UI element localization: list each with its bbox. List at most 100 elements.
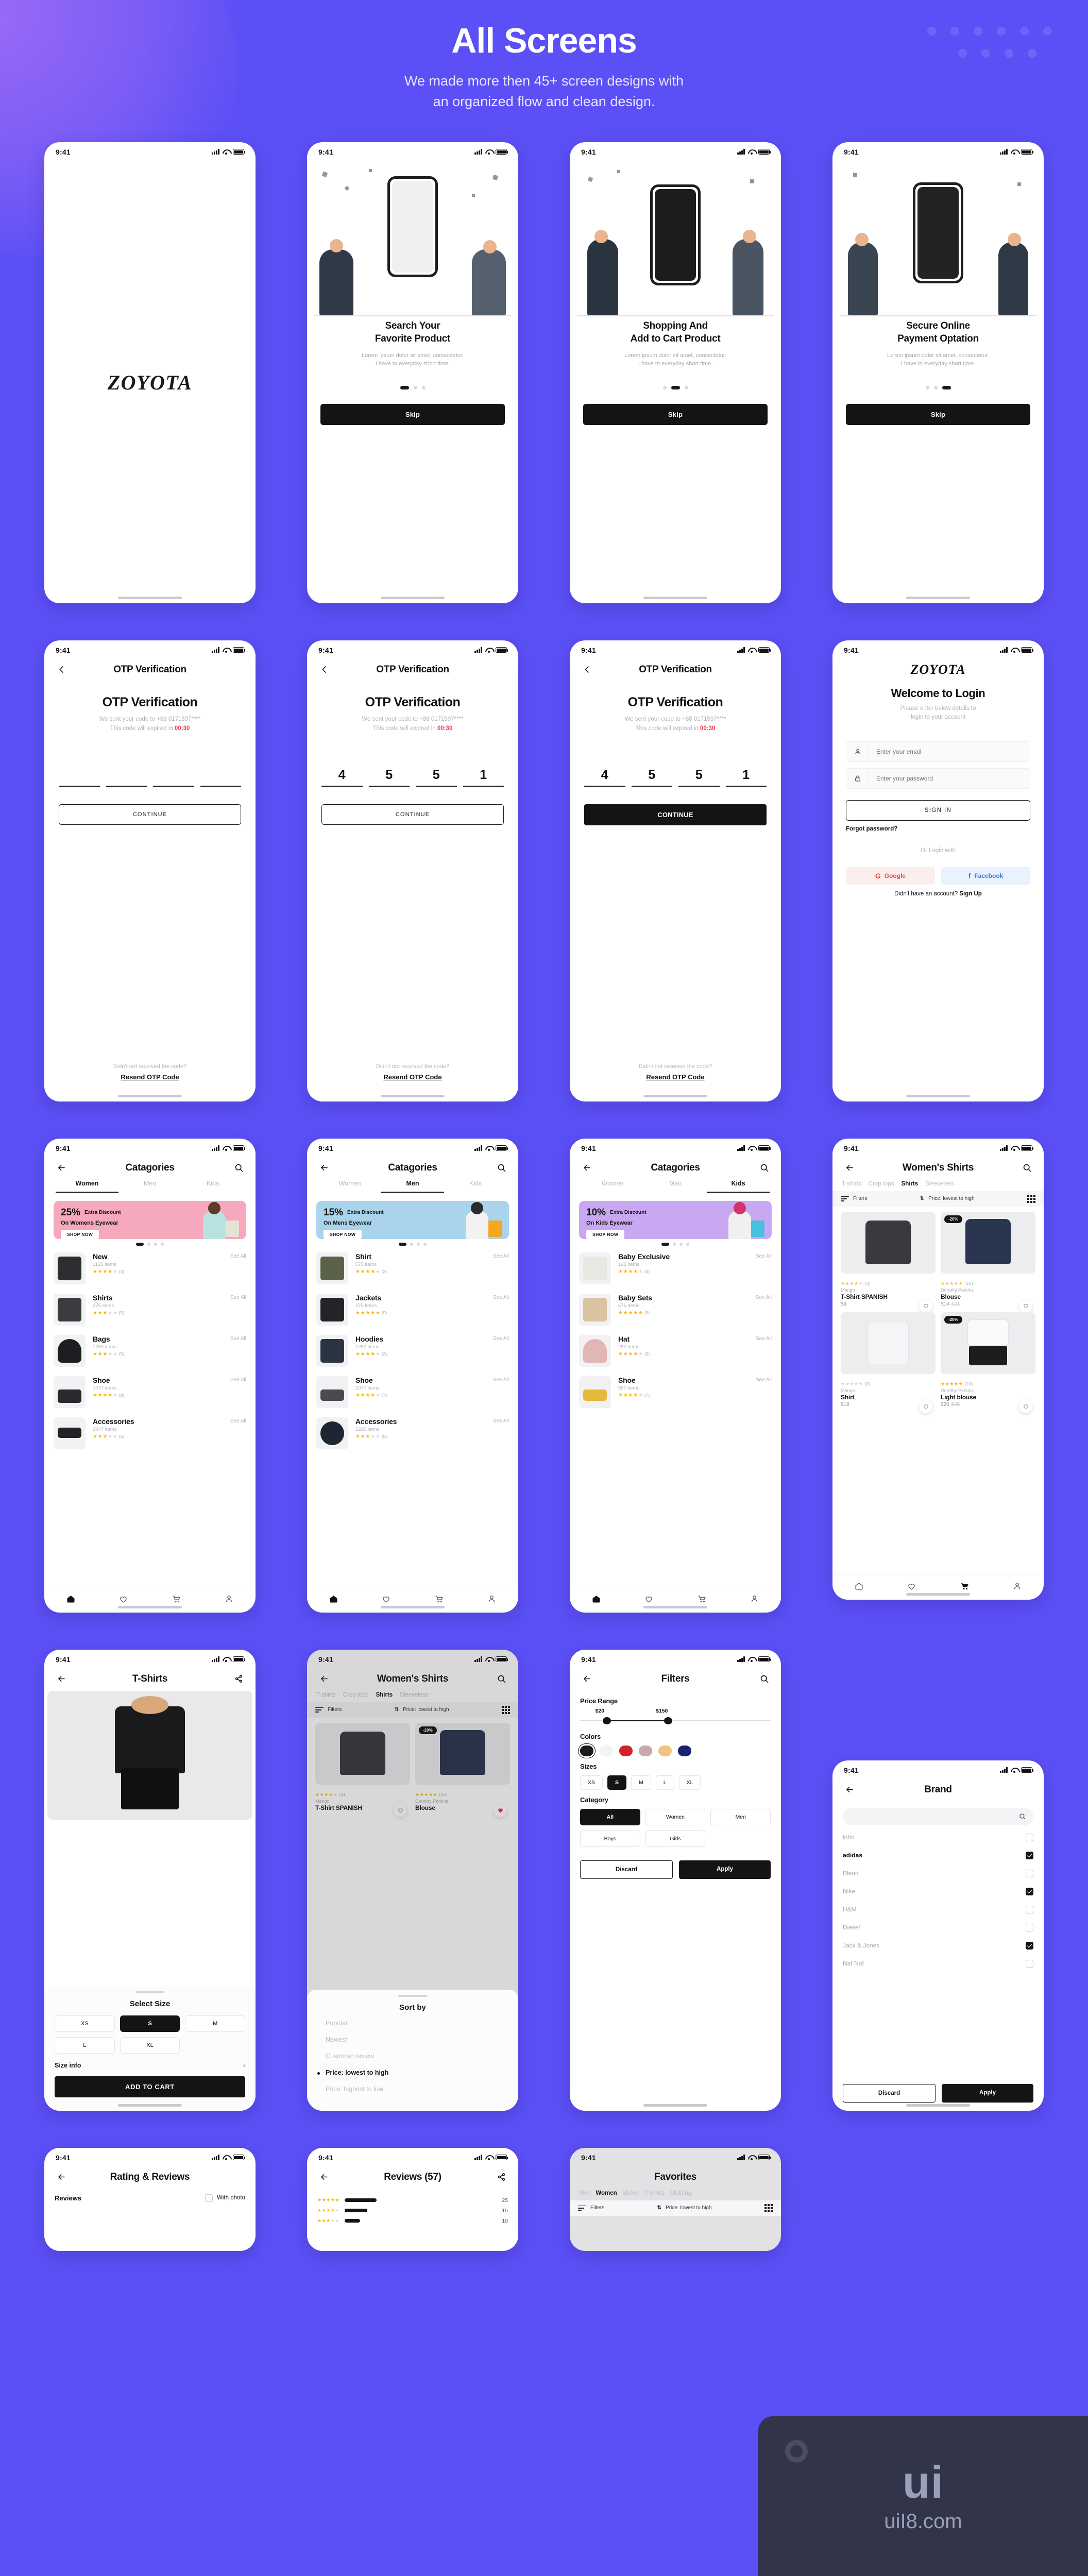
tab-men[interactable]: Men — [644, 1180, 707, 1193]
favorite-icon[interactable] — [1019, 1299, 1032, 1313]
favorite-icon[interactable] — [919, 1399, 932, 1413]
list-item[interactable]: Blend — [832, 1865, 1044, 1883]
forgot-password-link[interactable]: Forgot password? — [846, 826, 1030, 832]
tab-wishlist-icon[interactable] — [381, 1594, 391, 1605]
otp-digit-3[interactable]: 5 — [416, 767, 457, 787]
otp-input-group[interactable]: 4 5 5 1 — [321, 767, 504, 787]
size-option-m[interactable]: M — [185, 2015, 245, 2032]
tab-women[interactable]: Women — [596, 2190, 617, 2196]
color-swatch-black[interactable] — [578, 1743, 596, 1758]
category-option-men[interactable]: Men — [710, 1808, 771, 1825]
see-all-link[interactable]: See All — [756, 1252, 772, 1259]
password-field[interactable] — [846, 768, 1030, 789]
tab-crop-tops[interactable]: Crop tops — [869, 1181, 894, 1187]
search-icon[interactable] — [757, 1161, 771, 1175]
tab-home-icon[interactable] — [591, 1594, 601, 1605]
back-icon[interactable] — [317, 663, 331, 676]
brand-checkbox[interactable] — [1026, 1887, 1033, 1895]
with-photo-filter[interactable]: With photo — [205, 2194, 245, 2202]
tab-kids[interactable]: Kids — [444, 1180, 507, 1193]
password-input[interactable] — [869, 775, 1030, 783]
share-icon[interactable] — [495, 2171, 508, 2184]
list-item[interactable]: Shirt 575 items ★★★★★ (3) See All — [316, 1248, 509, 1289]
otp-digit-2[interactable]: 5 — [631, 767, 672, 787]
list-item[interactable]: Accessories 2047 items ★★★★★ (5) See All — [54, 1413, 246, 1454]
see-all-link[interactable]: See All — [493, 1417, 509, 1424]
tab-profile-icon[interactable] — [750, 1594, 759, 1605]
category-option-girls[interactable]: Girls — [645, 1830, 706, 1847]
tab-tshirts[interactable]: T-shirts — [842, 1181, 861, 1187]
tab-wishlist-icon[interactable] — [907, 1581, 916, 1592]
sort-option-popular[interactable]: Popular — [317, 2015, 508, 2031]
otp-digit-3[interactable]: 5 — [678, 767, 720, 787]
tab-cart-icon[interactable] — [697, 1594, 707, 1605]
product-card[interactable]: -20% ★★★★★ (10) Dorothy Perkins Blouse $… — [941, 1211, 1035, 1313]
color-swatch-navy[interactable] — [678, 1745, 691, 1756]
size-option-s[interactable]: S — [607, 1775, 627, 1790]
shop-now-button[interactable]: SHOP NOW — [324, 1229, 362, 1239]
list-item[interactable]: Jackets 275 items ★★★★★ (9) See All — [316, 1289, 509, 1330]
resend-otp-link[interactable]: Resend OTP Code — [646, 1073, 704, 1081]
list-item[interactable]: Bags 1250 items ★★★★★ (5) See All — [54, 1330, 246, 1371]
tab-men[interactable]: Men — [118, 1180, 181, 1193]
size-info-row[interactable]: Size info › — [55, 2062, 245, 2069]
favorite-icon[interactable] — [919, 1299, 932, 1313]
sort-option-price-high-low[interactable]: Price: highest to low — [317, 2081, 508, 2097]
filters-label[interactable]: Filters — [590, 2205, 604, 2211]
add-to-cart-button[interactable]: ADD TO CART — [55, 2076, 245, 2097]
brand-checkbox[interactable] — [1026, 1851, 1033, 1859]
see-all-link[interactable]: See All — [756, 1294, 772, 1300]
sort-options[interactable]: Popular Newest Customer review Price: lo… — [317, 2015, 508, 2097]
brand-search-input[interactable] — [843, 1807, 1033, 1825]
tab-profile-icon[interactable] — [224, 1594, 234, 1605]
size-option-xs[interactable]: XS — [580, 1775, 603, 1790]
tab-women[interactable]: Women — [318, 1180, 381, 1193]
facebook-login-button[interactable]: f Facebook — [941, 867, 1030, 885]
see-all-link[interactable]: See All — [230, 1376, 246, 1383]
list-item[interactable]: Shoe 1077 items ★★★★★ (7) See All — [316, 1371, 509, 1413]
otp-input-group[interactable] — [59, 767, 241, 787]
email-field[interactable] — [846, 741, 1030, 762]
shop-now-button[interactable]: SHOP NOW — [61, 1229, 99, 1239]
bottom-tab-bar[interactable] — [832, 1573, 1044, 1600]
otp-digit-4[interactable]: 1 — [463, 767, 504, 787]
tab-men[interactable]: Men — [579, 2190, 590, 2196]
search-icon[interactable] — [757, 1672, 771, 1686]
promo-banner[interactable]: 10% Extra Discount On Kids Eyewear SHOP N… — [579, 1200, 772, 1239]
list-item[interactable]: H&M — [832, 1901, 1044, 1919]
tab-clothing[interactable]: Clothing — [670, 2190, 691, 2196]
tab-cart-icon[interactable] — [434, 1594, 444, 1605]
promo-banner[interactable]: 15% Extra Discount On Mens Eyewear SHOP N… — [316, 1200, 509, 1239]
tab-women[interactable]: Women — [56, 1180, 118, 1193]
list-item[interactable]: Nike — [832, 1883, 1044, 1901]
otp-digit-3[interactable] — [153, 767, 194, 787]
signup-link[interactable]: Sign Up — [959, 891, 981, 897]
color-swatch-white[interactable] — [600, 1745, 613, 1756]
color-swatch-rose[interactable] — [639, 1745, 652, 1756]
filters-label[interactable]: Filters — [853, 1196, 867, 1201]
list-item[interactable]: Hoodies 1250 items ★★★★★ (3) See All — [316, 1330, 509, 1371]
size-option-xl[interactable]: XL — [678, 1775, 701, 1790]
continue-button[interactable]: CONTINUE — [321, 804, 504, 825]
otp-digit-2[interactable]: 5 — [368, 767, 410, 787]
sort-label[interactable]: Price: lowest to high — [666, 2205, 712, 2211]
skip-button[interactable]: Skip — [583, 403, 768, 425]
signin-button[interactable]: SIGN IN — [846, 800, 1030, 821]
tab-shoes[interactable]: Shoes — [622, 2190, 639, 2196]
list-item[interactable]: lotto — [832, 1828, 1044, 1846]
product-card[interactable]: ★★★★★ (0) Mango Shirt $18 — [841, 1312, 936, 1413]
continue-button[interactable]: CONTINUE — [59, 804, 241, 825]
otp-digit-4[interactable]: 1 — [725, 767, 767, 787]
list-item[interactable]: Naf Naf — [832, 1955, 1044, 1973]
list-item[interactable]: Shoe 557 items ★★★★★ (7) See All — [579, 1371, 772, 1413]
category-option-boys[interactable]: Boys — [580, 1830, 640, 1847]
list-item[interactable]: New 1125 items ★★★★★ (3) See All — [54, 1248, 246, 1289]
size-option-xl[interactable]: XL — [120, 2037, 180, 2054]
color-swatch-tan[interactable] — [658, 1745, 672, 1756]
tab-men[interactable]: Men — [381, 1180, 444, 1193]
tab-cart-icon[interactable] — [172, 1594, 181, 1605]
tab-home-icon[interactable] — [66, 1594, 76, 1605]
category-option-women[interactable]: Women — [645, 1808, 706, 1825]
brand-checkbox[interactable] — [1026, 1833, 1033, 1841]
sort-icon[interactable]: ⇅ — [657, 2205, 661, 2211]
